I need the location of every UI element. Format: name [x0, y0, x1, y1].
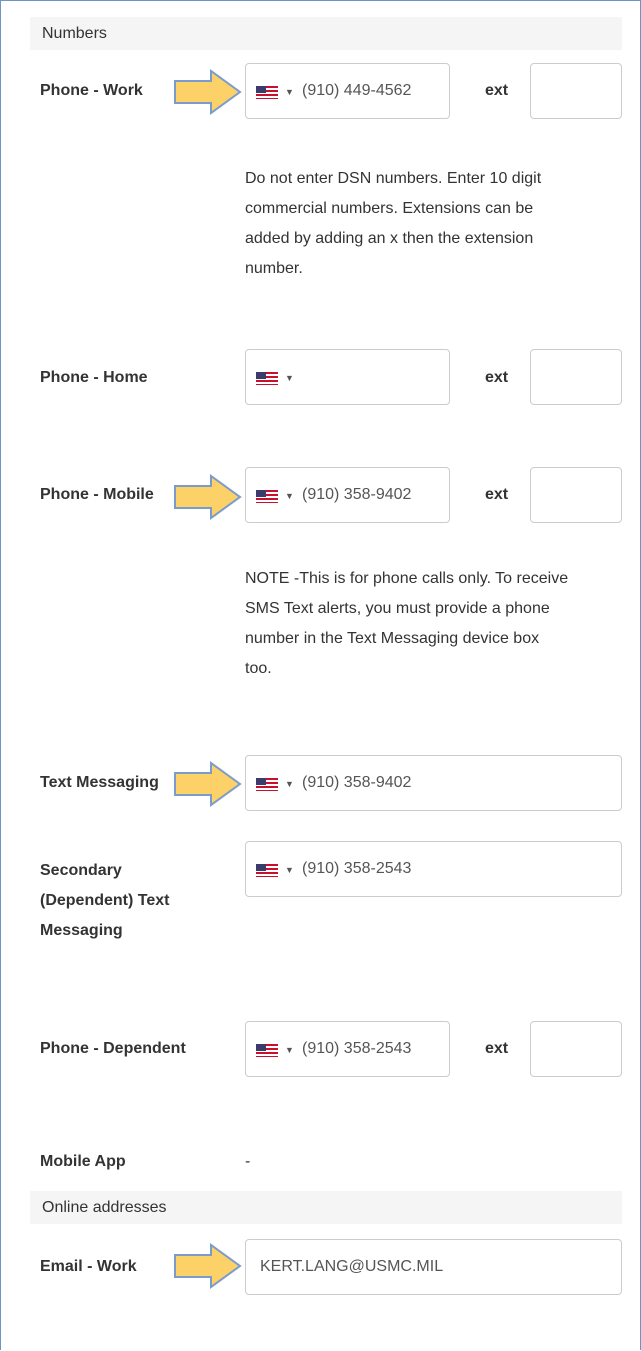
- phone-dependent-label: Phone - Dependent: [40, 1040, 186, 1057]
- arrow-right-icon: [173, 474, 243, 520]
- phone-dependent-ext-label: ext: [485, 1040, 509, 1057]
- email-work-label: Email - Work: [40, 1258, 137, 1275]
- mobile-app-value: -: [245, 1153, 251, 1170]
- arrow-right-icon: [173, 69, 243, 115]
- phone-work-label: Phone - Work: [40, 82, 143, 99]
- text-messaging-label: Text Messaging: [40, 774, 159, 791]
- phone-dependent-value[interactable]: (910) 358-2543: [302, 1022, 411, 1076]
- caret-down-icon[interactable]: ▼: [285, 1043, 294, 1057]
- secondary-text-messaging-value[interactable]: (910) 358-2543: [302, 842, 411, 896]
- text-messaging-input[interactable]: ▼ (910) 358-9402: [245, 755, 622, 811]
- arrow-right-icon: [173, 761, 243, 807]
- phone-mobile-ext-label: ext: [485, 486, 509, 503]
- phone-work-value[interactable]: (910) 449-4562: [302, 64, 411, 118]
- phone-mobile-ext-input[interactable]: [530, 467, 622, 523]
- phone-mobile-help-text: NOTE -This is for phone calls only. To r…: [245, 570, 569, 677]
- secondary-text-messaging-input[interactable]: ▼ (910) 358-2543: [245, 841, 622, 897]
- phone-home-input[interactable]: ▼: [245, 349, 450, 405]
- us-flag-icon[interactable]: [256, 372, 278, 385]
- caret-down-icon[interactable]: ▼: [285, 85, 294, 99]
- caret-down-icon[interactable]: ▼: [285, 371, 294, 385]
- us-flag-icon[interactable]: [256, 778, 278, 791]
- text-messaging-value[interactable]: (910) 358-9402: [302, 756, 411, 810]
- phone-work-help-text: Do not enter DSN numbers. Enter 10 digit…: [245, 170, 542, 277]
- us-flag-icon[interactable]: [256, 86, 278, 99]
- email-work-value[interactable]: KERT.LANG@USMC.MIL: [260, 1240, 443, 1294]
- email-work-input[interactable]: KERT.LANG@USMC.MIL: [245, 1239, 622, 1295]
- phone-home-ext-input[interactable]: [530, 349, 622, 405]
- phone-work-input[interactable]: ▼ (910) 449-4562: [245, 63, 450, 119]
- section-header-online-addresses: Online addresses: [30, 1191, 622, 1224]
- us-flag-icon[interactable]: [256, 490, 278, 503]
- phone-dependent-input[interactable]: ▼ (910) 358-2543: [245, 1021, 450, 1077]
- us-flag-icon[interactable]: [256, 1044, 278, 1057]
- phone-mobile-input[interactable]: ▼ (910) 358-9402: [245, 467, 450, 523]
- caret-down-icon[interactable]: ▼: [285, 863, 294, 877]
- phone-work-ext-input[interactable]: [530, 63, 622, 119]
- caret-down-icon[interactable]: ▼: [285, 489, 294, 503]
- phone-home-ext-label: ext: [485, 369, 509, 386]
- secondary-text-messaging-label: Secondary (Dependent) Text Messaging: [40, 862, 170, 939]
- us-flag-icon[interactable]: [256, 864, 278, 877]
- phone-work-ext-label: ext: [485, 82, 509, 99]
- phone-dependent-ext-input[interactable]: [530, 1021, 622, 1077]
- caret-down-icon[interactable]: ▼: [285, 777, 294, 791]
- phone-home-label: Phone - Home: [40, 369, 148, 386]
- arrow-right-icon: [173, 1243, 243, 1289]
- phone-mobile-value[interactable]: (910) 358-9402: [302, 468, 411, 522]
- mobile-app-label: Mobile App: [40, 1153, 126, 1170]
- section-header-numbers: Numbers: [30, 17, 622, 50]
- phone-mobile-label: Phone - Mobile: [40, 486, 154, 503]
